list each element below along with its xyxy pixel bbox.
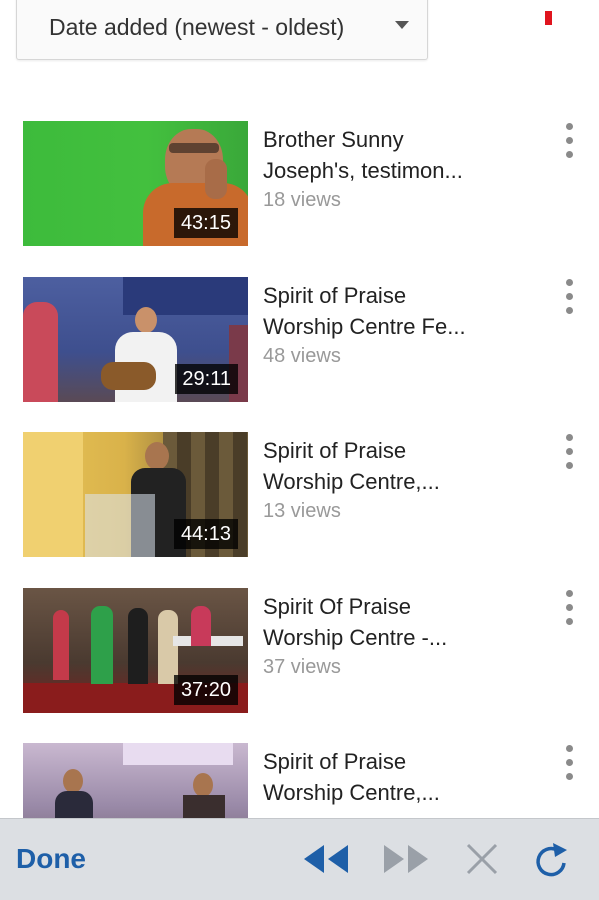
sort-dropdown[interactable]: Date added (newest - oldest) [16,0,428,60]
video-item[interactable]: 43:15 Brother Sunny Joseph's, testimon..… [0,121,599,247]
view-count: 37 views [263,656,341,678]
video-thumbnail[interactable]: 44:13 [23,432,248,557]
sort-label: Date added (newest - oldest) [49,14,345,40]
video-list: 43:15 Brother Sunny Joseph's, testimon..… [0,0,599,818]
done-button[interactable]: Done [16,843,86,875]
video-thumbnail[interactable]: 29:11 [23,277,248,402]
video-title[interactable]: Brother Sunny Joseph's, testimon... [263,124,513,186]
video-title[interactable]: Spirit Of Praise Worship Centre -... [263,591,513,653]
browser-toolbar: Done [0,818,599,900]
fast-forward-icon[interactable] [382,841,430,877]
video-thumbnail[interactable] [23,743,248,818]
duration-badge: 43:15 [173,208,238,238]
more-options-icon[interactable] [558,434,582,470]
more-options-icon[interactable] [558,123,582,159]
video-item[interactable]: 29:11 Spirit of Praise Worship Centre Fe… [0,277,599,403]
video-item[interactable]: 44:13 Spirit of Praise Worship Centre,..… [0,432,599,558]
view-count: 48 views [263,345,341,367]
video-thumbnail[interactable]: 37:20 [23,588,248,713]
video-item[interactable]: 37:20 Spirit Of Praise Worship Centre -.… [0,588,599,714]
recording-indicator-icon [545,11,552,25]
refresh-icon[interactable] [533,841,573,881]
chevron-down-icon [395,21,409,29]
video-thumbnail[interactable]: 43:15 [23,121,248,246]
more-options-icon[interactable] [558,590,582,626]
rewind-icon[interactable] [302,841,350,877]
view-count: 18 views [263,189,341,211]
video-item[interactable]: Spirit of Praise Worship Centre,... [0,743,599,818]
video-title[interactable]: Spirit of Praise Worship Centre,... [263,435,513,497]
video-title[interactable]: Spirit of Praise Worship Centre,... [263,746,513,808]
view-count: 13 views [263,500,341,522]
duration-badge: 44:13 [173,519,238,549]
video-title[interactable]: Spirit of Praise Worship Centre Fe... [263,280,513,342]
duration-badge: 37:20 [173,675,238,705]
close-icon[interactable] [464,841,500,877]
thumbnail-image [23,743,248,818]
more-options-icon[interactable] [558,279,582,315]
duration-badge: 29:11 [175,364,238,394]
more-options-icon[interactable] [558,745,582,781]
